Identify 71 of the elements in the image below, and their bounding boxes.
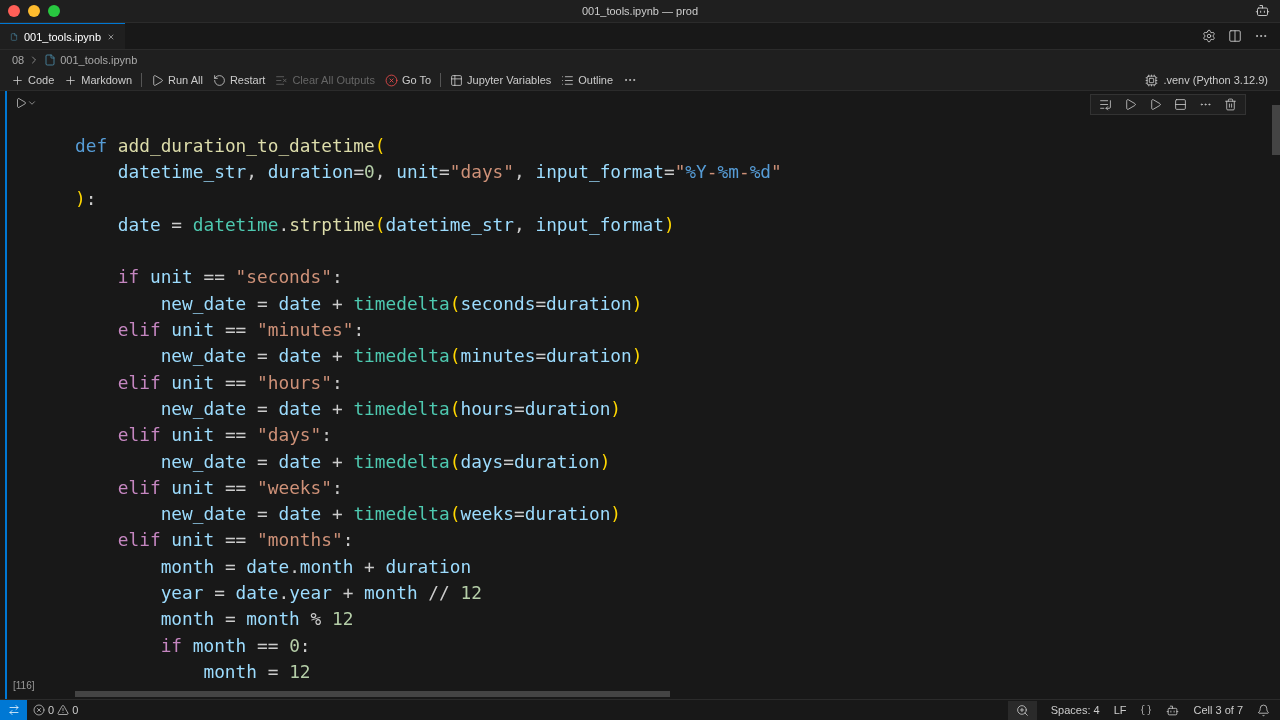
settings-icon <box>1202 29 1216 43</box>
split-editor-icon <box>1228 29 1242 43</box>
restart-icon <box>212 73 226 87</box>
circle-x-icon <box>384 73 398 87</box>
execution-count: [116] <box>13 680 35 691</box>
code-line: elif unit == "months": <box>116 528 355 553</box>
toolbar-button[interactable]: Outline <box>556 73 619 87</box>
minimize-window-button[interactable] <box>28 5 40 17</box>
file-icon <box>10 30 18 43</box>
braces-icon <box>1140 704 1153 716</box>
maximize-window-button[interactable] <box>48 5 60 17</box>
plus-icon <box>64 73 78 87</box>
run-below-icon <box>1149 98 1162 111</box>
error-icon <box>33 704 45 716</box>
toolbar-button[interactable]: Run All <box>146 73 208 87</box>
code-line: ): <box>75 186 98 211</box>
toolbar-button[interactable]: Jupyter Variables <box>445 73 557 87</box>
status-item[interactable]: Cell 3 of 7 <box>1193 704 1243 716</box>
code-line: month = 12 <box>202 659 312 684</box>
code-line: elif unit == "days": <box>116 423 333 448</box>
editor-tab[interactable]: 001_tools.ipynb <box>0 23 125 49</box>
breadcrumb-item[interactable]: 08 <box>12 54 25 66</box>
code-line: elif unit == "hours": <box>116 370 344 395</box>
window-title: 001_tools.ipynb — prod <box>581 5 699 17</box>
chevron-down-icon <box>27 98 37 108</box>
run-icon <box>15 97 27 109</box>
scrollbar[interactable] <box>1272 105 1280 155</box>
status-item[interactable]: Spaces: 4 <box>1050 704 1100 716</box>
code-line: elif unit == "weeks": <box>116 475 344 500</box>
close-window-button[interactable] <box>8 5 20 17</box>
problems-button[interactable]: 0 0 <box>27 704 85 716</box>
zoom-icon <box>1015 703 1029 717</box>
run-by-line-icon <box>1099 98 1112 111</box>
code-line: new_date = date + timedelta(weeks=duration) <box>159 502 623 527</box>
remote-icon <box>7 704 20 716</box>
list-icon <box>561 73 575 87</box>
bell-icon <box>1257 703 1270 717</box>
code-line: year = date.year + month // 12 <box>159 581 483 606</box>
code-line: month = date.month + duration <box>159 554 473 579</box>
code-line: new_date = date + timedelta(seconds=duration) <box>159 291 644 316</box>
file-icon <box>44 54 57 66</box>
table-icon <box>450 73 464 87</box>
remote-button[interactable] <box>0 700 27 720</box>
clear-list-icon <box>275 73 289 87</box>
delete-icon <box>1224 98 1237 111</box>
kernel-picker[interactable]: .venv (Python 3.12.9) <box>1139 72 1274 88</box>
code-line: if month == 0: <box>159 633 312 658</box>
split-cell-icon <box>1174 98 1187 111</box>
toolbar-button[interactable]: Restart <box>207 73 271 87</box>
status-item[interactable]: LF <box>1113 704 1127 716</box>
toolbar-button[interactable]: Go To <box>379 73 437 87</box>
toolbar-button[interactable]: Markdown <box>59 73 138 87</box>
play-icon <box>151 73 165 87</box>
code-line: datetime_str, duration=0, unit="days", input_format="%Y-%m-%d" <box>116 160 783 185</box>
run-above-icon <box>1124 98 1137 111</box>
toolbar-button[interactable]: Code <box>6 73 60 87</box>
code-line: new_date = date + timedelta(days=duration) <box>159 449 612 474</box>
code-line: new_date = date + timedelta(minutes=duration) <box>159 344 644 369</box>
code-line: if unit == "seconds": <box>116 265 344 290</box>
code-line: elif unit == "minutes": <box>116 318 366 343</box>
copilot-icon <box>1255 3 1270 18</box>
code-line: def add_duration_to_datetime( <box>75 134 387 158</box>
chip-icon <box>1145 73 1159 87</box>
code-line: month = month % 12 <box>159 607 355 632</box>
code-line: date = datetime.strptime(datetime_str, input_format) <box>116 212 676 237</box>
plus-icon <box>11 73 24 87</box>
copilot-icon <box>1166 703 1180 717</box>
warning-icon <box>57 704 70 716</box>
breadcrumb-item[interactable]: 001_tools.ipynb <box>60 54 138 66</box>
code-line: new_date = date + timedelta(hours=duration) <box>159 396 623 421</box>
scrollbar[interactable] <box>75 691 670 697</box>
